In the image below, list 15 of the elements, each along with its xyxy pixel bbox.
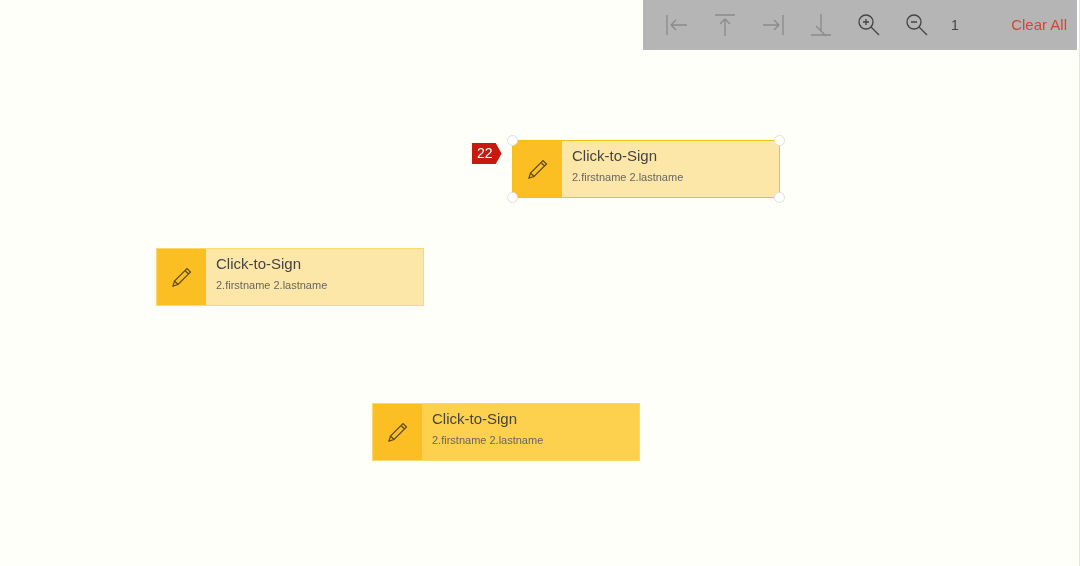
- signer-name: 2.firstname 2.lastname: [432, 433, 544, 448]
- resize-handle[interactable]: [774, 192, 785, 203]
- field-title: Click-to-Sign: [572, 146, 659, 166]
- field-number-tag: 22: [472, 143, 502, 164]
- signer-name: 2.firstname 2.lastname: [216, 278, 328, 293]
- field-title: Click-to-Sign: [432, 409, 519, 429]
- signer-name: 2.firstname 2.lastname: [572, 170, 684, 185]
- resize-handle[interactable]: [507, 192, 518, 203]
- page-number: 1: [951, 15, 959, 35]
- resize-handle[interactable]: [507, 135, 518, 146]
- signature-field[interactable]: Click-to-Sign 2.firstname 2.lastname: [372, 403, 640, 461]
- field-title: Click-to-Sign: [216, 254, 303, 274]
- signature-field[interactable]: Click-to-Sign 2.firstname 2.lastname: [512, 140, 780, 198]
- signature-field[interactable]: Click-to-Sign 2.firstname 2.lastname: [156, 248, 424, 306]
- resize-handle[interactable]: [774, 135, 785, 146]
